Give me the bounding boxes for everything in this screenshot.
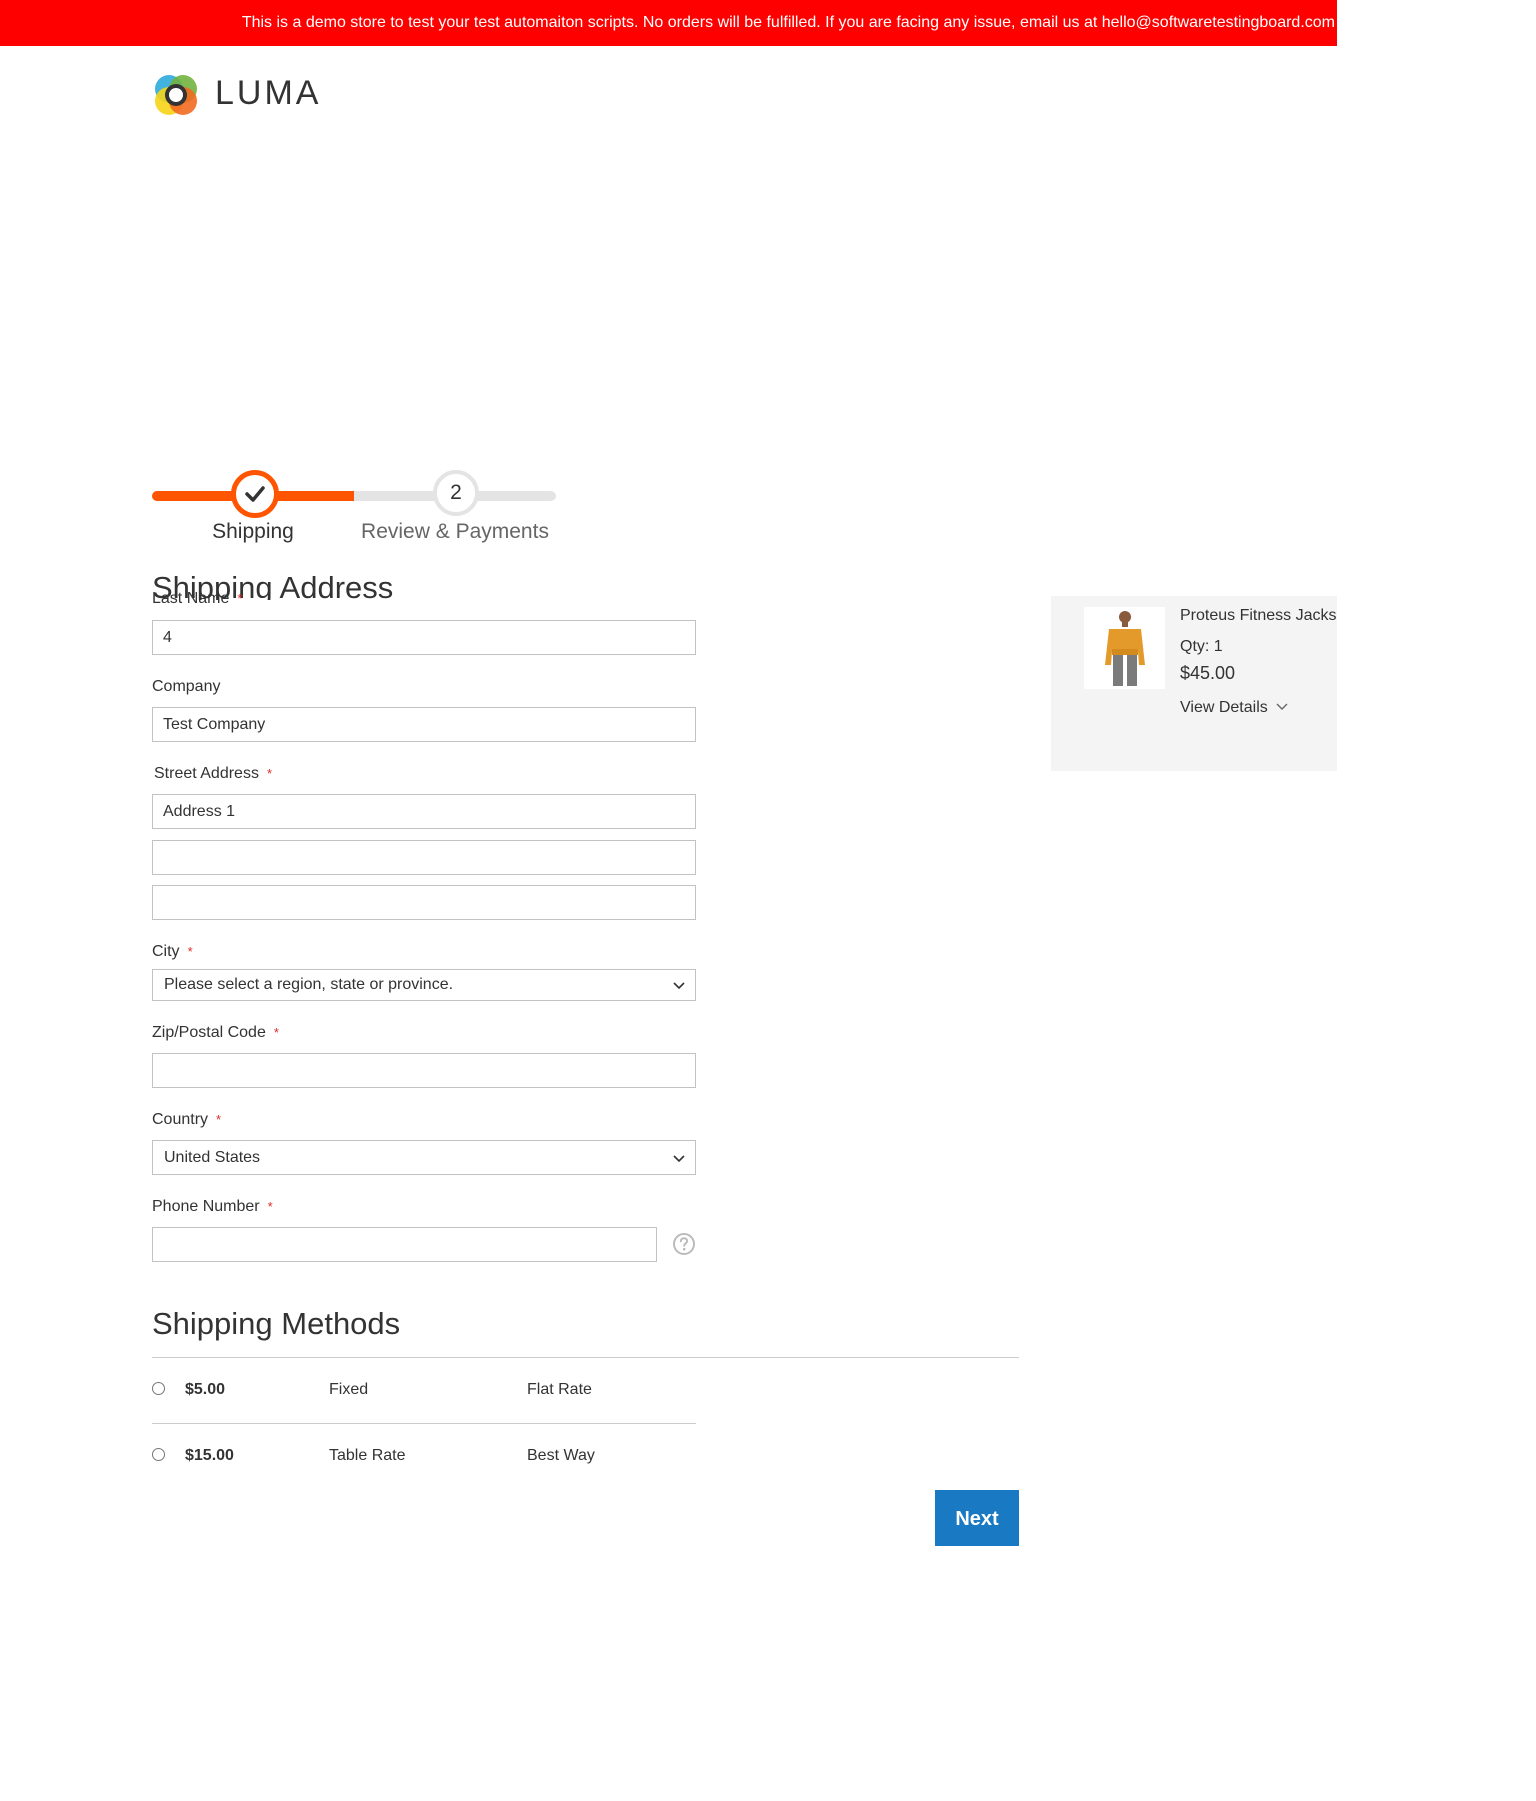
checkmark-icon	[245, 486, 265, 502]
chevron-down-icon	[673, 1155, 685, 1163]
method-carrier: Best Way	[527, 1447, 595, 1464]
shipping-method-radio-tablerate[interactable]	[152, 1448, 165, 1461]
logo-mark-icon	[155, 75, 197, 115]
phone-label-text: Phone Number	[152, 1198, 260, 1215]
phone-input[interactable]	[152, 1227, 657, 1262]
product-price: $45.00	[1180, 663, 1236, 683]
product-thumbnail	[1084, 607, 1165, 689]
zip-input[interactable]	[152, 1053, 696, 1088]
street-line-1-input[interactable]: Address 1	[152, 794, 696, 829]
zip-label-text: Zip/Postal Code	[152, 1024, 266, 1041]
required-mark: *	[216, 1112, 222, 1127]
street-line-3-input[interactable]	[152, 885, 696, 920]
street-address-label-text: Street Address	[154, 765, 259, 782]
required-mark: *	[267, 1199, 273, 1214]
required-mark: *	[187, 944, 193, 959]
view-details-toggle[interactable]: View Details	[1180, 699, 1288, 717]
zip-label: Zip/Postal Code *	[152, 1024, 279, 1042]
chevron-down-icon	[1276, 703, 1288, 710]
method-carrier: Flat Rate	[527, 1381, 592, 1398]
last-name-label: Last Name *	[152, 590, 242, 608]
product-image	[1084, 607, 1165, 689]
product-qty: Qty: 1	[1180, 638, 1223, 655]
logo-text: LUMA	[215, 74, 322, 112]
step-shipping-label: Shipping	[212, 520, 294, 543]
shipping-method-radio-flatrate[interactable]	[152, 1382, 165, 1395]
method-name: Table Rate	[329, 1447, 406, 1464]
method-row-divider	[152, 1423, 696, 1424]
street-line-2-input[interactable]	[152, 840, 696, 875]
demo-store-banner: This is a demo store to test your test a…	[0, 0, 1337, 46]
method-price: $15.00	[185, 1447, 234, 1464]
last-name-label-text: Last Name	[152, 590, 230, 607]
required-mark: *	[273, 1025, 279, 1040]
country-label: Country *	[152, 1111, 221, 1129]
shipping-methods-title: Shipping Methods	[152, 1306, 401, 1341]
company-label: Company	[152, 678, 221, 695]
chevron-down-icon	[673, 982, 685, 990]
shipping-methods-divider	[152, 1357, 1019, 1358]
city-select[interactable]: Please select a region, state or provinc…	[152, 969, 696, 1001]
phone-label: Phone Number *	[152, 1198, 273, 1216]
country-label-text: Country	[152, 1111, 209, 1128]
next-button[interactable]: Next	[935, 1490, 1019, 1546]
last-name-input[interactable]: 4	[152, 620, 696, 655]
city-select-value: Please select a region, state or provinc…	[164, 976, 454, 993]
method-name: Fixed	[329, 1381, 369, 1398]
company-input[interactable]: Test Company	[152, 707, 696, 742]
method-price: $5.00	[185, 1381, 226, 1398]
help-tooltip-icon[interactable]	[673, 1233, 695, 1255]
required-mark: *	[266, 766, 273, 781]
required-mark: *	[237, 591, 243, 606]
city-label-text: City	[152, 943, 180, 960]
step-review-number: 2	[433, 470, 479, 516]
country-select[interactable]: United States	[152, 1140, 696, 1175]
product-name[interactable]: Proteus Fitness Jackshirt	[1180, 607, 1337, 625]
banner-text: This is a demo store to test your test a…	[241, 14, 1335, 31]
step-shipping-complete-icon	[231, 470, 279, 518]
street-address-label: Street Address *	[154, 765, 272, 783]
step-review-label[interactable]: Review & Payments	[354, 520, 556, 544]
view-details-label: View Details	[1180, 699, 1268, 716]
city-label: City *	[152, 943, 193, 961]
country-select-value: United States	[164, 1149, 261, 1166]
